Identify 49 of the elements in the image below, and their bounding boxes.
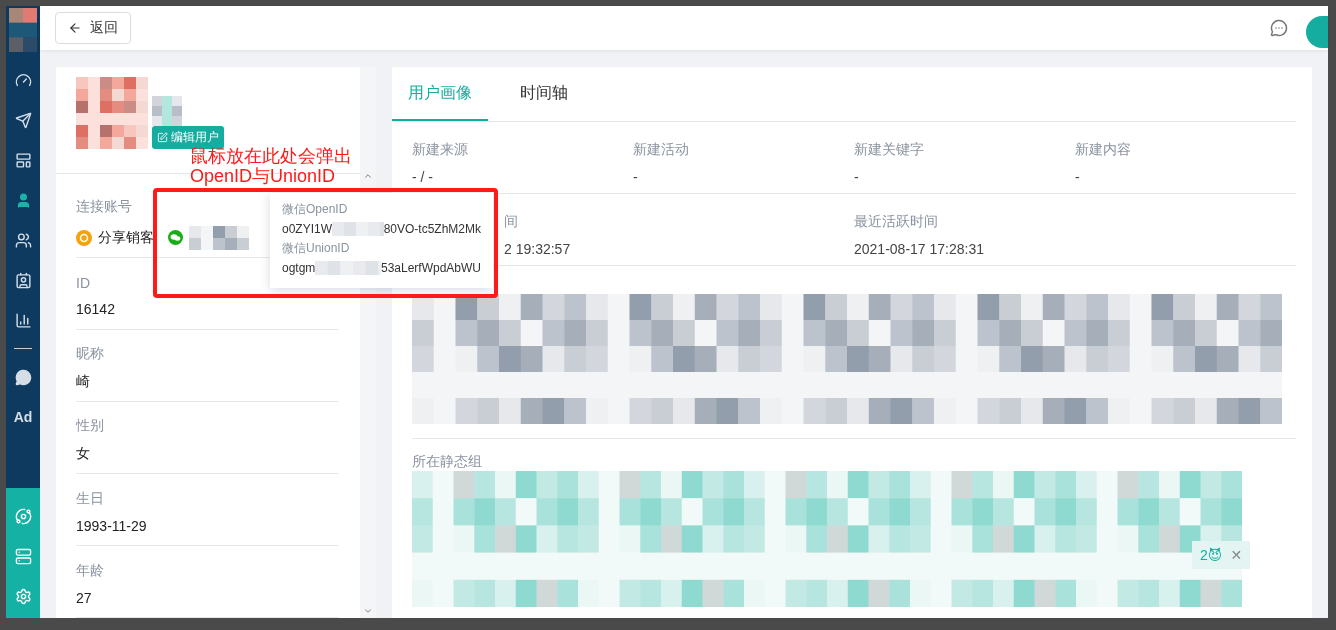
field-label: 生日 [76, 489, 104, 508]
account-name: 分享销客 [98, 228, 154, 247]
stat-value: - [1075, 168, 1081, 185]
scroll-down-icon[interactable] [363, 606, 373, 616]
wechat-icon [168, 230, 183, 245]
popup-label: 微信OpenID [282, 201, 349, 218]
field-label: 连接账号 [76, 197, 132, 216]
blurred-name-drawing [152, 96, 182, 126]
annotation-text: 鼠标放在此处会弹出OpenID与UnionID [190, 146, 353, 186]
field-value: 崎 [76, 372, 91, 391]
ad-nav-item[interactable]: Ad [6, 397, 40, 437]
field-value: 27 [76, 589, 93, 606]
scroll-up-icon[interactable] [363, 171, 373, 181]
id-end: 53aLerfWpdAbWU [380, 261, 481, 275]
field-label: 性别 [76, 416, 104, 435]
blurred-avatar-drawing [76, 77, 148, 149]
group-tag: 2😈 ✕ [1192, 541, 1251, 569]
stat-value: - [854, 168, 860, 185]
stat-label: 新建来源 [412, 140, 468, 159]
section-label: 所在静态组 [412, 453, 482, 471]
stat-value: 2 19:32:57 [504, 240, 572, 257]
stat-label: 新建内容 [1075, 140, 1131, 159]
field-label: 昵称 [76, 344, 104, 363]
chat-icon[interactable] [1270, 19, 1288, 37]
popup-label: 微信UnionID [282, 240, 351, 257]
stat-value: 2021-08-17 17:28:31 [854, 240, 985, 257]
blurred-id-drawing [332, 222, 384, 236]
logo-drawing [9, 8, 37, 52]
back-button[interactable]: 返回 [55, 12, 131, 44]
id-start: o0ZYI1W [282, 222, 332, 236]
stat-label: 最近活跃时间 [854, 212, 938, 231]
field-value: 1993-11-29 [76, 517, 148, 534]
blurred-account-drawing [189, 225, 249, 250]
field-value: 女 [76, 444, 91, 463]
stat-label: 新建关键字 [854, 140, 924, 159]
field-label: ID [76, 274, 90, 291]
field-value: 16142 [76, 300, 116, 317]
stat-label: 间 [504, 212, 518, 231]
stat-value: - [633, 168, 639, 185]
blurred-id-drawing [315, 261, 381, 275]
stat-value: - / - [412, 168, 434, 185]
field-label: 年龄 [76, 561, 104, 580]
tab[interactable]: 时间轴 [504, 67, 584, 121]
avatar-icon[interactable] [1306, 16, 1328, 48]
share-icon [76, 229, 92, 246]
id-end: 80VO-tc5ZhM2Mk [383, 222, 481, 236]
id-start: ogtgm [282, 261, 316, 275]
stat-label: 新建活动 [633, 140, 689, 159]
pen-icon [157, 132, 168, 143]
